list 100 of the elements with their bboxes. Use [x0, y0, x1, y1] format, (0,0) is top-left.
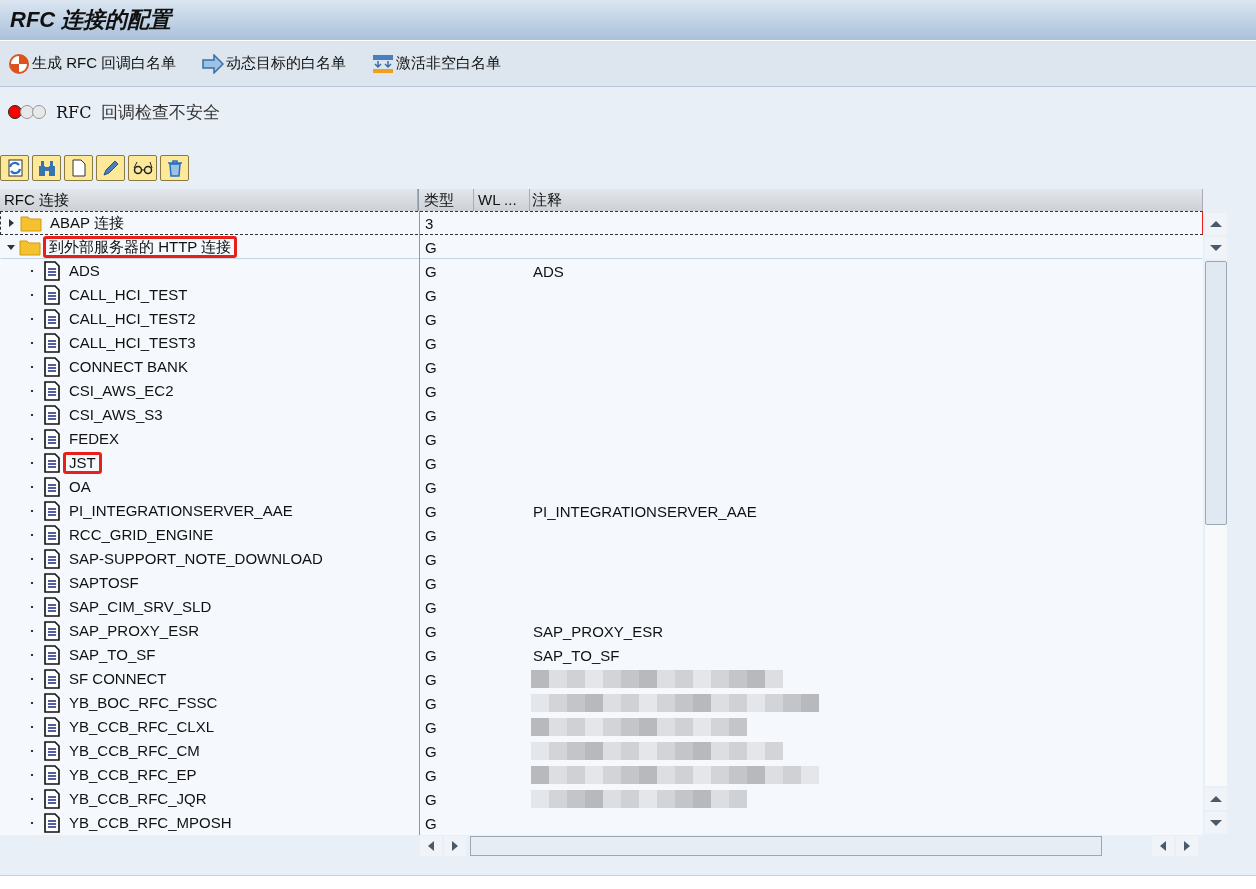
tree-node-label[interactable]: CALL_HCI_TEST [63, 284, 194, 306]
type-cell: G [425, 526, 437, 544]
document-icon [43, 621, 61, 641]
comment-cell: SAP_PROXY_ESR [533, 622, 664, 640]
expand-arrow-icon[interactable] [9, 219, 14, 227]
pencil-button[interactable] [96, 155, 125, 181]
tree-node-label[interactable]: ADS [63, 260, 106, 282]
tree-node-label[interactable]: 到外部服务器的 HTTP 连接 [43, 236, 238, 258]
tree-node-label[interactable]: PI_INTEGRATIONSERVER_AAE [63, 500, 299, 522]
type-cell: G [425, 814, 437, 832]
document-icon [43, 789, 61, 809]
status-label: RFC [56, 102, 92, 122]
scroll-right-button[interactable] [444, 836, 466, 856]
document-icon [43, 405, 61, 425]
tree-node-label[interactable]: CSI_AWS_EC2 [63, 380, 180, 402]
trash-button[interactable] [160, 155, 189, 181]
tree-node-label[interactable]: JST [63, 452, 102, 474]
scroll-up-button[interactable] [1205, 788, 1227, 810]
type-cell: G [425, 286, 437, 304]
glasses-button[interactable] [128, 155, 157, 181]
document-icon [43, 309, 61, 329]
document-icon [43, 741, 61, 761]
status-text: 回调检查不安全 [101, 100, 221, 124]
tree-node-label[interactable]: YB_CCB_RFC_EP [63, 764, 203, 786]
type-cell: G [425, 238, 437, 256]
type-cell: G [425, 694, 437, 712]
tree-node-label[interactable]: SF CONNECT [63, 668, 173, 690]
tree-node-label[interactable]: OA [63, 476, 97, 498]
document-icon [43, 573, 61, 593]
scroll-left-button[interactable] [420, 836, 442, 856]
tree-node-label[interactable]: CSI_AWS_S3 [63, 404, 169, 426]
document-icon [43, 525, 61, 545]
tree-node-label[interactable]: CALL_HCI_TEST3 [63, 332, 202, 354]
pencil-icon [100, 158, 121, 178]
toolbar-button[interactable]: 生成 RFC 回调白名单 [6, 50, 179, 77]
comment-cell: PI_INTEGRATIONSERVER_AAE [533, 502, 757, 520]
document-icon [43, 501, 61, 521]
document-icon [43, 597, 61, 617]
tree-node-label[interactable]: FEDEX [63, 428, 125, 450]
type-cell: G [425, 622, 437, 640]
tree-node-label[interactable]: SAP_PROXY_ESR [63, 620, 206, 642]
tree-node-label[interactable]: SAP_CIM_SRV_SLD [63, 596, 218, 618]
type-cell: G [425, 742, 437, 760]
tree-node-label[interactable]: SAP_TO_SF [63, 644, 162, 666]
type-cell: G [425, 382, 437, 400]
pie-icon [8, 52, 30, 75]
type-cell: 3 [425, 214, 434, 232]
type-cell: G [425, 718, 437, 736]
arrow-icon [202, 53, 225, 74]
document-icon [43, 285, 61, 305]
tree-node-label[interactable]: SAP-SUPPORT_NOTE_DOWNLOAD [63, 548, 329, 570]
toolbar-button[interactable]: 动态目标的白名单 [200, 51, 349, 76]
type-cell: G [425, 310, 437, 328]
type-cell: G [425, 646, 437, 664]
type-cell: G [425, 478, 437, 496]
tree-node-label[interactable]: ABAP 连接 [44, 212, 130, 234]
document-icon [43, 453, 61, 473]
document-icon [43, 549, 61, 569]
page-button[interactable] [64, 155, 93, 181]
scroll-down-button[interactable] [1205, 237, 1227, 259]
type-cell: G [425, 598, 437, 616]
type-cell: G [425, 574, 437, 592]
type-cell: G [425, 262, 437, 280]
type-cell: G [425, 430, 437, 448]
folder-icon [19, 238, 41, 256]
document-icon [43, 429, 61, 449]
tree-node-label[interactable]: SAPTOSF [63, 572, 145, 594]
type-cell: G [425, 502, 437, 520]
type-cell: G [425, 766, 437, 784]
refresh-button[interactable] [0, 155, 29, 181]
tree-node-label[interactable]: YB_CCB_RFC_CM [63, 740, 206, 762]
binoculars-button[interactable] [32, 155, 61, 181]
type-cell: G [425, 454, 437, 472]
grid-arrows-icon [372, 53, 395, 74]
binoculars-icon [36, 158, 57, 178]
scroll-down-button[interactable] [1205, 812, 1227, 834]
tree-node-label[interactable]: CALL_HCI_TEST2 [63, 308, 202, 330]
tree-node-label[interactable]: RCC_GRID_ENGINE [63, 524, 220, 546]
tree-node-label[interactable]: YB_BOC_RFC_FSSC [63, 692, 224, 714]
folder-icon [20, 214, 42, 232]
document-icon [43, 357, 61, 377]
document-icon [43, 669, 61, 689]
scroll-left-button[interactable] [1152, 836, 1174, 856]
scroll-up-button[interactable] [1205, 213, 1227, 235]
type-cell: G [425, 550, 437, 568]
tree-node-label[interactable]: YB_CCB_RFC_MPOSH [63, 812, 238, 834]
document-icon [43, 645, 61, 665]
tree-node-label[interactable]: CONNECT BANK [63, 356, 194, 378]
type-cell: G [425, 790, 437, 808]
document-icon [43, 261, 61, 281]
tree-node-label[interactable]: YB_CCB_RFC_JQR [63, 788, 213, 810]
type-cell: G [425, 670, 437, 688]
document-icon [43, 477, 61, 497]
scroll-right-button[interactable] [1176, 836, 1198, 856]
comment-cell: SAP_TO_SF [533, 646, 620, 664]
horizontal-scrollbar[interactable] [470, 836, 1102, 856]
type-cell: G [425, 358, 437, 376]
tree-node-label[interactable]: YB_CCB_RFC_CLXL [63, 716, 221, 738]
toolbar-button[interactable]: 激活非空白名单 [370, 51, 504, 76]
scrollbar-thumb[interactable] [1205, 261, 1227, 525]
